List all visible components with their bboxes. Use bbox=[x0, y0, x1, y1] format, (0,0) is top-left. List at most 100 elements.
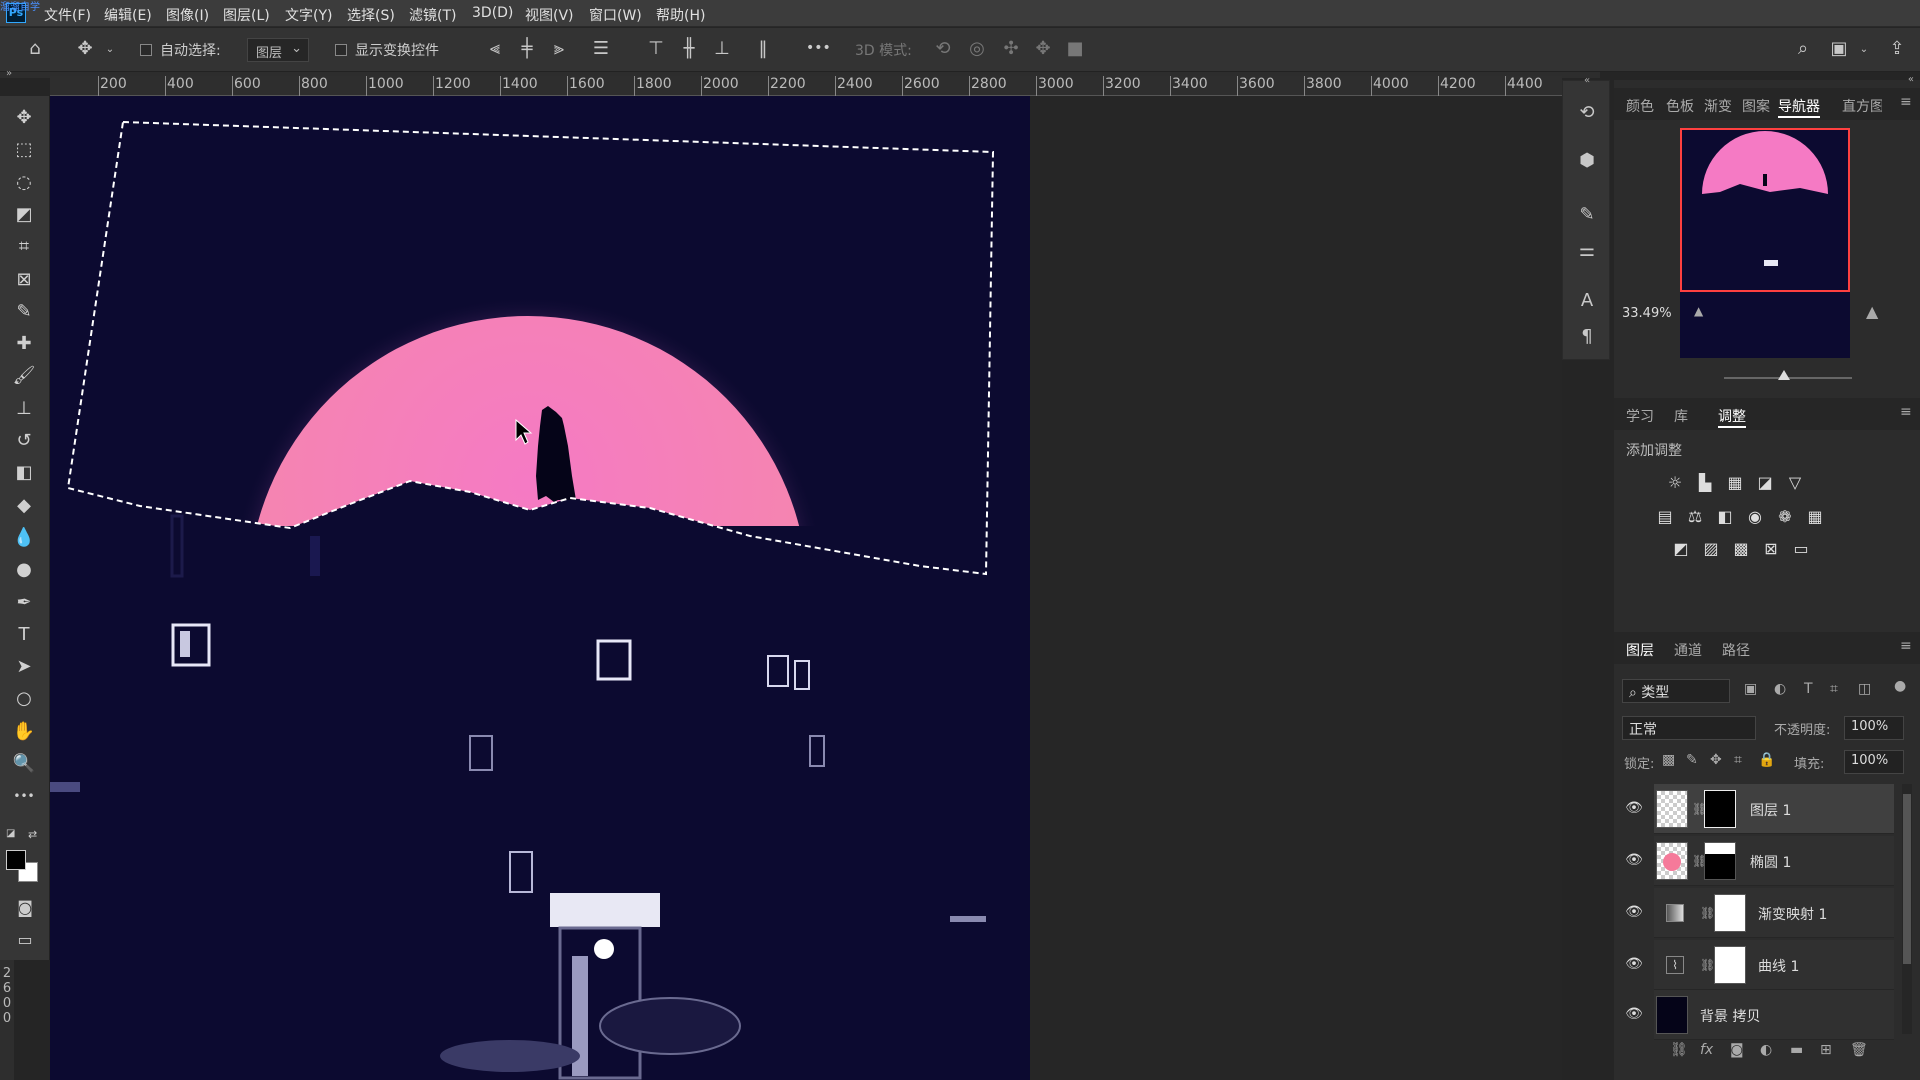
layer-name[interactable]: 渐变映射 1 bbox=[1758, 904, 1827, 924]
align-vcenter-icon[interactable]: ╫ bbox=[678, 39, 700, 59]
menu-3d[interactable]: 3D(D) bbox=[472, 5, 513, 21]
crop-tool-icon[interactable]: ⌗ bbox=[8, 233, 40, 261]
foreground-color[interactable] bbox=[6, 850, 26, 870]
color-lookup-icon[interactable]: ▦ bbox=[1804, 506, 1826, 528]
filter-pixel-icon[interactable]: ▣ bbox=[1744, 681, 1757, 697]
menu-view[interactable]: 视图(V) bbox=[525, 5, 574, 25]
layer-name[interactable]: 图层 1 bbox=[1750, 800, 1791, 820]
align-left-icon[interactable]: ⫷ bbox=[484, 39, 506, 59]
visibility-eye-icon[interactable]: 👁 bbox=[1624, 798, 1644, 818]
filter-shape-icon[interactable]: ⌗ bbox=[1830, 681, 1838, 697]
menu-layer[interactable]: 图层(L) bbox=[223, 5, 270, 25]
navigator-view-box[interactable] bbox=[1680, 128, 1850, 292]
layer-mask-thumbnail[interactable] bbox=[1714, 946, 1746, 984]
3d-pan-icon[interactable]: ✣ bbox=[1000, 39, 1022, 59]
move-tool-icon[interactable]: ✥ bbox=[8, 104, 40, 132]
distribute-icon[interactable]: ☰ bbox=[590, 39, 612, 59]
visibility-eye-icon[interactable]: 👁 bbox=[1624, 902, 1644, 922]
tab-navigator[interactable]: 导航器 bbox=[1778, 96, 1820, 118]
invert-icon[interactable]: ◩ bbox=[1670, 538, 1692, 560]
layer-mask-thumbnail[interactable] bbox=[1714, 894, 1746, 932]
layer-row-curves1[interactable]: ⌇ ⛓ 曲线 1 bbox=[1654, 940, 1894, 990]
link-icon[interactable]: ⛓ bbox=[1700, 906, 1715, 920]
chevron-down-icon[interactable]: ⌄ bbox=[104, 40, 116, 60]
share-icon[interactable]: ⇪ bbox=[1886, 39, 1908, 59]
tab-learn[interactable]: 学习 bbox=[1626, 406, 1654, 426]
auto-select-dropdown[interactable]: 图层 ⌄ bbox=[247, 38, 309, 62]
history-panel-icon[interactable]: ⟲ bbox=[1575, 103, 1599, 123]
menu-edit[interactable]: 编辑(E) bbox=[104, 5, 152, 25]
align-top-icon[interactable]: ⊤ bbox=[645, 39, 667, 59]
object-select-tool-icon[interactable]: ◩ bbox=[8, 201, 40, 229]
delete-layer-icon[interactable]: 🗑 bbox=[1850, 1042, 1868, 1058]
menu-help[interactable]: 帮助(H) bbox=[656, 5, 705, 25]
3d-slide-icon[interactable]: ✥ bbox=[1032, 39, 1054, 59]
home-icon[interactable]: ⌂ bbox=[24, 39, 46, 59]
zoom-slider-handle[interactable] bbox=[1778, 370, 1790, 380]
auto-select-checkbox[interactable] bbox=[140, 44, 152, 56]
3d-orbit-icon[interactable]: ⟲ bbox=[932, 39, 954, 59]
channel-mixer-icon[interactable]: ❁ bbox=[1774, 506, 1796, 528]
blur-tool-icon[interactable]: 💧 bbox=[8, 524, 40, 552]
ellipse-tool-icon[interactable]: ○ bbox=[8, 685, 40, 713]
properties-icon[interactable]: ⚌ bbox=[1575, 241, 1599, 261]
color-balance-icon[interactable]: ⚖ bbox=[1684, 506, 1706, 528]
vibrance-icon[interactable]: ▽ bbox=[1784, 472, 1806, 494]
canvas-area[interactable] bbox=[50, 96, 1562, 1080]
3d-camera-icon[interactable]: ■ bbox=[1064, 39, 1086, 59]
zoom-tool-icon[interactable]: 🔍 bbox=[8, 750, 40, 778]
path-select-tool-icon[interactable]: ➤ bbox=[8, 653, 40, 681]
opacity-field[interactable]: 100% bbox=[1844, 716, 1904, 740]
tab-paths[interactable]: 路径 bbox=[1722, 640, 1750, 660]
collapse-icon[interactable]: « bbox=[1563, 75, 1611, 86]
menu-image[interactable]: 图像(I) bbox=[166, 5, 209, 25]
lock-position-icon[interactable]: ✥ bbox=[1710, 752, 1722, 768]
gradient-map-icon[interactable]: ▭ bbox=[1790, 538, 1812, 560]
collapse-left-icon[interactable]: » bbox=[6, 68, 12, 79]
menu-type[interactable]: 文字(Y) bbox=[285, 5, 332, 25]
blend-mode-dropdown[interactable]: 正常 bbox=[1622, 716, 1756, 740]
panel-menu-icon[interactable]: ≡ bbox=[1900, 638, 1912, 654]
layer-row-gradient-map1[interactable]: ⛓ 渐变映射 1 bbox=[1654, 888, 1894, 938]
document-canvas[interactable] bbox=[50, 96, 1034, 1080]
black-white-icon[interactable]: ◧ bbox=[1714, 506, 1736, 528]
curves-icon[interactable]: ▦ bbox=[1724, 472, 1746, 494]
add-mask-icon[interactable]: ◙ bbox=[1730, 1042, 1744, 1058]
posterize-icon[interactable]: ▨ bbox=[1700, 538, 1722, 560]
zoom-out-icon[interactable]: ▲ bbox=[1694, 304, 1703, 318]
photo-filter-icon[interactable]: ◉ bbox=[1744, 506, 1766, 528]
lock-artboard-icon[interactable]: ⌗ bbox=[1734, 752, 1742, 768]
layer-row-background-copy[interactable]: 背景 拷贝 bbox=[1654, 990, 1894, 1040]
tab-libraries[interactable]: 库 bbox=[1674, 406, 1688, 426]
layer-row-layer1[interactable]: ⛓ 图层 1 bbox=[1654, 784, 1894, 834]
link-layers-icon[interactable]: ⛓ bbox=[1670, 1042, 1688, 1058]
pen-tool-icon[interactable]: ✒ bbox=[8, 589, 40, 617]
frame-tool-icon[interactable]: ⊠ bbox=[8, 266, 40, 294]
levels-icon[interactable]: ▙ bbox=[1694, 472, 1716, 494]
search-icon[interactable]: ⌕ bbox=[1792, 39, 1814, 59]
brush-tool-icon[interactable]: 🖌 bbox=[8, 362, 40, 390]
lock-image-icon[interactable]: ✎ bbox=[1686, 752, 1698, 768]
new-layer-icon[interactable]: ⊞ bbox=[1820, 1042, 1832, 1058]
tab-channels[interactable]: 通道 bbox=[1674, 640, 1702, 660]
menu-filter[interactable]: 滤镜(T) bbox=[409, 5, 456, 25]
collapse-panels-icon[interactable]: « bbox=[1908, 74, 1914, 85]
align-right-icon[interactable]: ⫸ bbox=[548, 39, 570, 59]
swap-colors-icon[interactable]: ⇄ bbox=[28, 828, 37, 841]
menu-window[interactable]: 窗口(W) bbox=[589, 5, 642, 25]
layer-row-ellipse1[interactable]: ⛓ 椭圆 1 bbox=[1654, 836, 1894, 886]
filter-toggle-icon[interactable]: ● bbox=[1894, 678, 1906, 694]
new-group-icon[interactable]: ▬ bbox=[1790, 1042, 1803, 1058]
character-panel-icon[interactable]: A bbox=[1575, 291, 1599, 311]
brightness-icon[interactable]: ☼ bbox=[1664, 472, 1686, 494]
layer-name[interactable]: 曲线 1 bbox=[1758, 956, 1799, 976]
threshold-icon[interactable]: ▩ bbox=[1730, 538, 1752, 560]
3d-panel-icon[interactable]: ⬢ bbox=[1575, 151, 1599, 171]
scrollbar-thumb[interactable] bbox=[1903, 794, 1911, 964]
layer-name[interactable]: 背景 拷贝 bbox=[1700, 1006, 1760, 1026]
align-bottom-icon[interactable]: ⊥ bbox=[711, 39, 733, 59]
exposure-icon[interactable]: ◪ bbox=[1754, 472, 1776, 494]
lock-transparent-icon[interactable]: ▩ bbox=[1662, 752, 1675, 768]
eyedropper-tool-icon[interactable]: ✎ bbox=[8, 298, 40, 326]
visibility-eye-icon[interactable]: 👁 bbox=[1624, 954, 1644, 974]
